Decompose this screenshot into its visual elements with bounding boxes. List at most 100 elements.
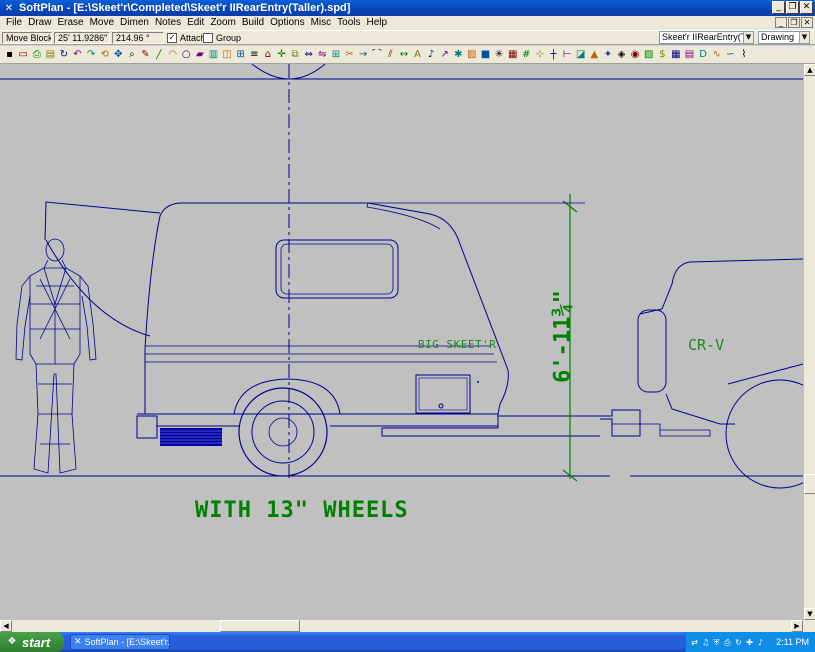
layer-icon[interactable]: ▦ xyxy=(507,49,518,60)
menu-erase[interactable]: Erase xyxy=(54,16,86,30)
doc-restore-button[interactable]: ❐ xyxy=(788,17,800,28)
speaker-icon[interactable]: ♪ xyxy=(756,638,765,647)
block-icon[interactable]: ■ xyxy=(480,49,491,60)
menu-dimen[interactable]: Dimen xyxy=(117,16,152,30)
height-dimension-label: 6'-11¾" xyxy=(550,290,576,383)
explode-icon[interactable]: ✳ xyxy=(494,49,505,60)
menu-notes[interactable]: Notes xyxy=(152,16,184,30)
materials-icon[interactable]: ▧ xyxy=(643,49,654,60)
scroll-down-arrow[interactable]: ▼ xyxy=(804,608,815,620)
menu-help[interactable]: Help xyxy=(364,16,391,30)
vertical-scroll-thumb[interactable] xyxy=(804,474,815,494)
roof-icon[interactable]: ⌂ xyxy=(262,49,273,60)
line-icon[interactable]: ╱ xyxy=(154,49,165,60)
pan-icon[interactable]: ✥ xyxy=(113,49,124,60)
mirror-icon[interactable]: ⇋ xyxy=(317,49,328,60)
undo-icon[interactable]: ↶ xyxy=(72,49,83,60)
maximize-button[interactable]: ❐ xyxy=(786,1,799,14)
note-icon[interactable]: ♪ xyxy=(426,49,437,60)
softplan-app-icon[interactable]: ✕ xyxy=(3,2,15,14)
trim-icon[interactable]: ✂ xyxy=(344,49,355,60)
menu-options[interactable]: Options xyxy=(267,16,307,30)
print-preview-icon[interactable]: ▤ xyxy=(45,49,56,60)
grid-icon[interactable]: # xyxy=(521,49,532,60)
symbol-icon[interactable]: ✱ xyxy=(453,49,464,60)
menu-file[interactable]: File xyxy=(3,16,25,30)
circle-icon[interactable]: ○ xyxy=(181,49,192,60)
extend-icon[interactable]: → xyxy=(358,49,369,60)
open-icon[interactable]: ▭ xyxy=(18,49,29,60)
update-icon[interactable]: ↻ xyxy=(734,638,743,647)
array-icon[interactable]: ⊞ xyxy=(330,49,341,60)
attach-checkbox[interactable]: ✓ xyxy=(167,33,177,43)
rotate-icon[interactable]: ⟲ xyxy=(99,49,110,60)
text-icon[interactable]: A xyxy=(412,49,423,60)
redraw-icon[interactable]: ↻ xyxy=(58,49,69,60)
report-icon[interactable]: ▤ xyxy=(684,49,695,60)
horizontal-scrollbar[interactable]: ◀ ▶ xyxy=(0,620,815,632)
volume-icon[interactable]: ♫ xyxy=(701,638,710,647)
pencil-icon[interactable]: ✎ xyxy=(140,49,151,60)
fillet-icon[interactable]: ⌒ xyxy=(371,49,382,60)
scroll-right-arrow[interactable]: ▶ xyxy=(791,620,803,632)
taskbar-softplan[interactable]: ✕ SoftPlan - [E:\Skeet'r... xyxy=(70,634,170,650)
menu-draw[interactable]: Draw xyxy=(25,16,54,30)
arc-icon[interactable]: ◠ xyxy=(167,49,178,60)
menu-move[interactable]: Move xyxy=(87,16,117,30)
shield-icon[interactable]: ⛨ xyxy=(712,638,721,647)
menu-misc[interactable]: Misc xyxy=(308,16,335,30)
measure-icon[interactable]: ⊢ xyxy=(562,49,573,60)
minimize-button[interactable]: _ xyxy=(772,1,785,14)
print-icon[interactable]: ⎙ xyxy=(31,49,42,60)
render-icon[interactable]: ◉ xyxy=(630,49,641,60)
clock[interactable]: 2:11 PM xyxy=(776,632,809,652)
menu-zoom[interactable]: Zoom xyxy=(207,16,239,30)
offset-icon[interactable]: ⫽ xyxy=(385,49,396,60)
doc-close-button[interactable]: ✕ xyxy=(801,17,813,28)
redo-icon[interactable]: ↷ xyxy=(86,49,97,60)
save-icon[interactable]: ▪ xyxy=(4,49,15,60)
hatch-icon[interactable]: ▨ xyxy=(466,49,477,60)
d-icon[interactable]: D xyxy=(698,49,709,60)
scroll-left-arrow[interactable]: ◀ xyxy=(0,620,12,632)
menu-tools[interactable]: Tools xyxy=(334,16,363,30)
brush-icon[interactable]: ⌇ xyxy=(738,49,749,60)
menu-edit[interactable]: Edit xyxy=(184,16,207,30)
menu-build[interactable]: Build xyxy=(239,16,267,30)
move-icon[interactable]: ✛ xyxy=(276,49,287,60)
snap-icon[interactable]: ⊹ xyxy=(534,49,545,60)
start-button[interactable]: ❖ start xyxy=(0,632,64,652)
estimate-icon[interactable]: $ xyxy=(657,49,668,60)
zoom-icon[interactable]: ⌕ xyxy=(126,49,137,60)
paint-icon[interactable]: ▰ xyxy=(194,49,205,60)
close-button[interactable]: ✕ xyxy=(800,1,813,14)
stair-icon[interactable]: ≡ xyxy=(249,49,260,60)
view-select[interactable]: Drawing ▼ xyxy=(758,31,810,44)
window-icon[interactable]: ⊞ xyxy=(235,49,246,60)
leader-icon[interactable]: ↗ xyxy=(439,49,450,60)
doc-minimize-button[interactable]: _ xyxy=(775,17,787,28)
network-icon[interactable]: ⇄ xyxy=(690,638,699,647)
table-icon[interactable]: ▦ xyxy=(670,49,681,60)
horizontal-scroll-thumb[interactable] xyxy=(220,620,300,632)
area-icon[interactable]: ◪ xyxy=(575,49,586,60)
curve-icon[interactable]: ∿ xyxy=(711,49,722,60)
printer-icon[interactable]: ⎙ xyxy=(723,638,732,647)
scroll-up-arrow[interactable]: ▲ xyxy=(804,64,815,76)
3d-icon[interactable]: ◈ xyxy=(616,49,627,60)
spline-icon[interactable]: ∽ xyxy=(725,49,736,60)
copy-icon[interactable]: ⧉ xyxy=(290,49,301,60)
group-checkbox[interactable] xyxy=(203,33,213,43)
antivirus-icon[interactable]: ✚ xyxy=(745,638,754,647)
elevation-icon[interactable]: ▲ xyxy=(589,49,600,60)
vertical-scrollbar[interactable]: ▲ ▼ xyxy=(803,64,815,620)
dimension-icon[interactable]: ↔ xyxy=(398,49,409,60)
stretch-icon[interactable]: ⇔ xyxy=(303,49,314,60)
layer-select[interactable]: Skeet'r IIRearEntry(Taller) ▼ xyxy=(659,31,754,44)
wall-icon[interactable]: ▥ xyxy=(208,49,219,60)
group-label: Group xyxy=(216,33,242,43)
door-icon[interactable]: ◫ xyxy=(222,49,233,60)
drawing-canvas[interactable]: BIG SKEET'R CR-V 6'-11¾" WITH 13" WHEELS xyxy=(0,64,803,620)
ortho-icon[interactable]: ┼ xyxy=(548,49,559,60)
section-icon[interactable]: ✦ xyxy=(602,49,613,60)
